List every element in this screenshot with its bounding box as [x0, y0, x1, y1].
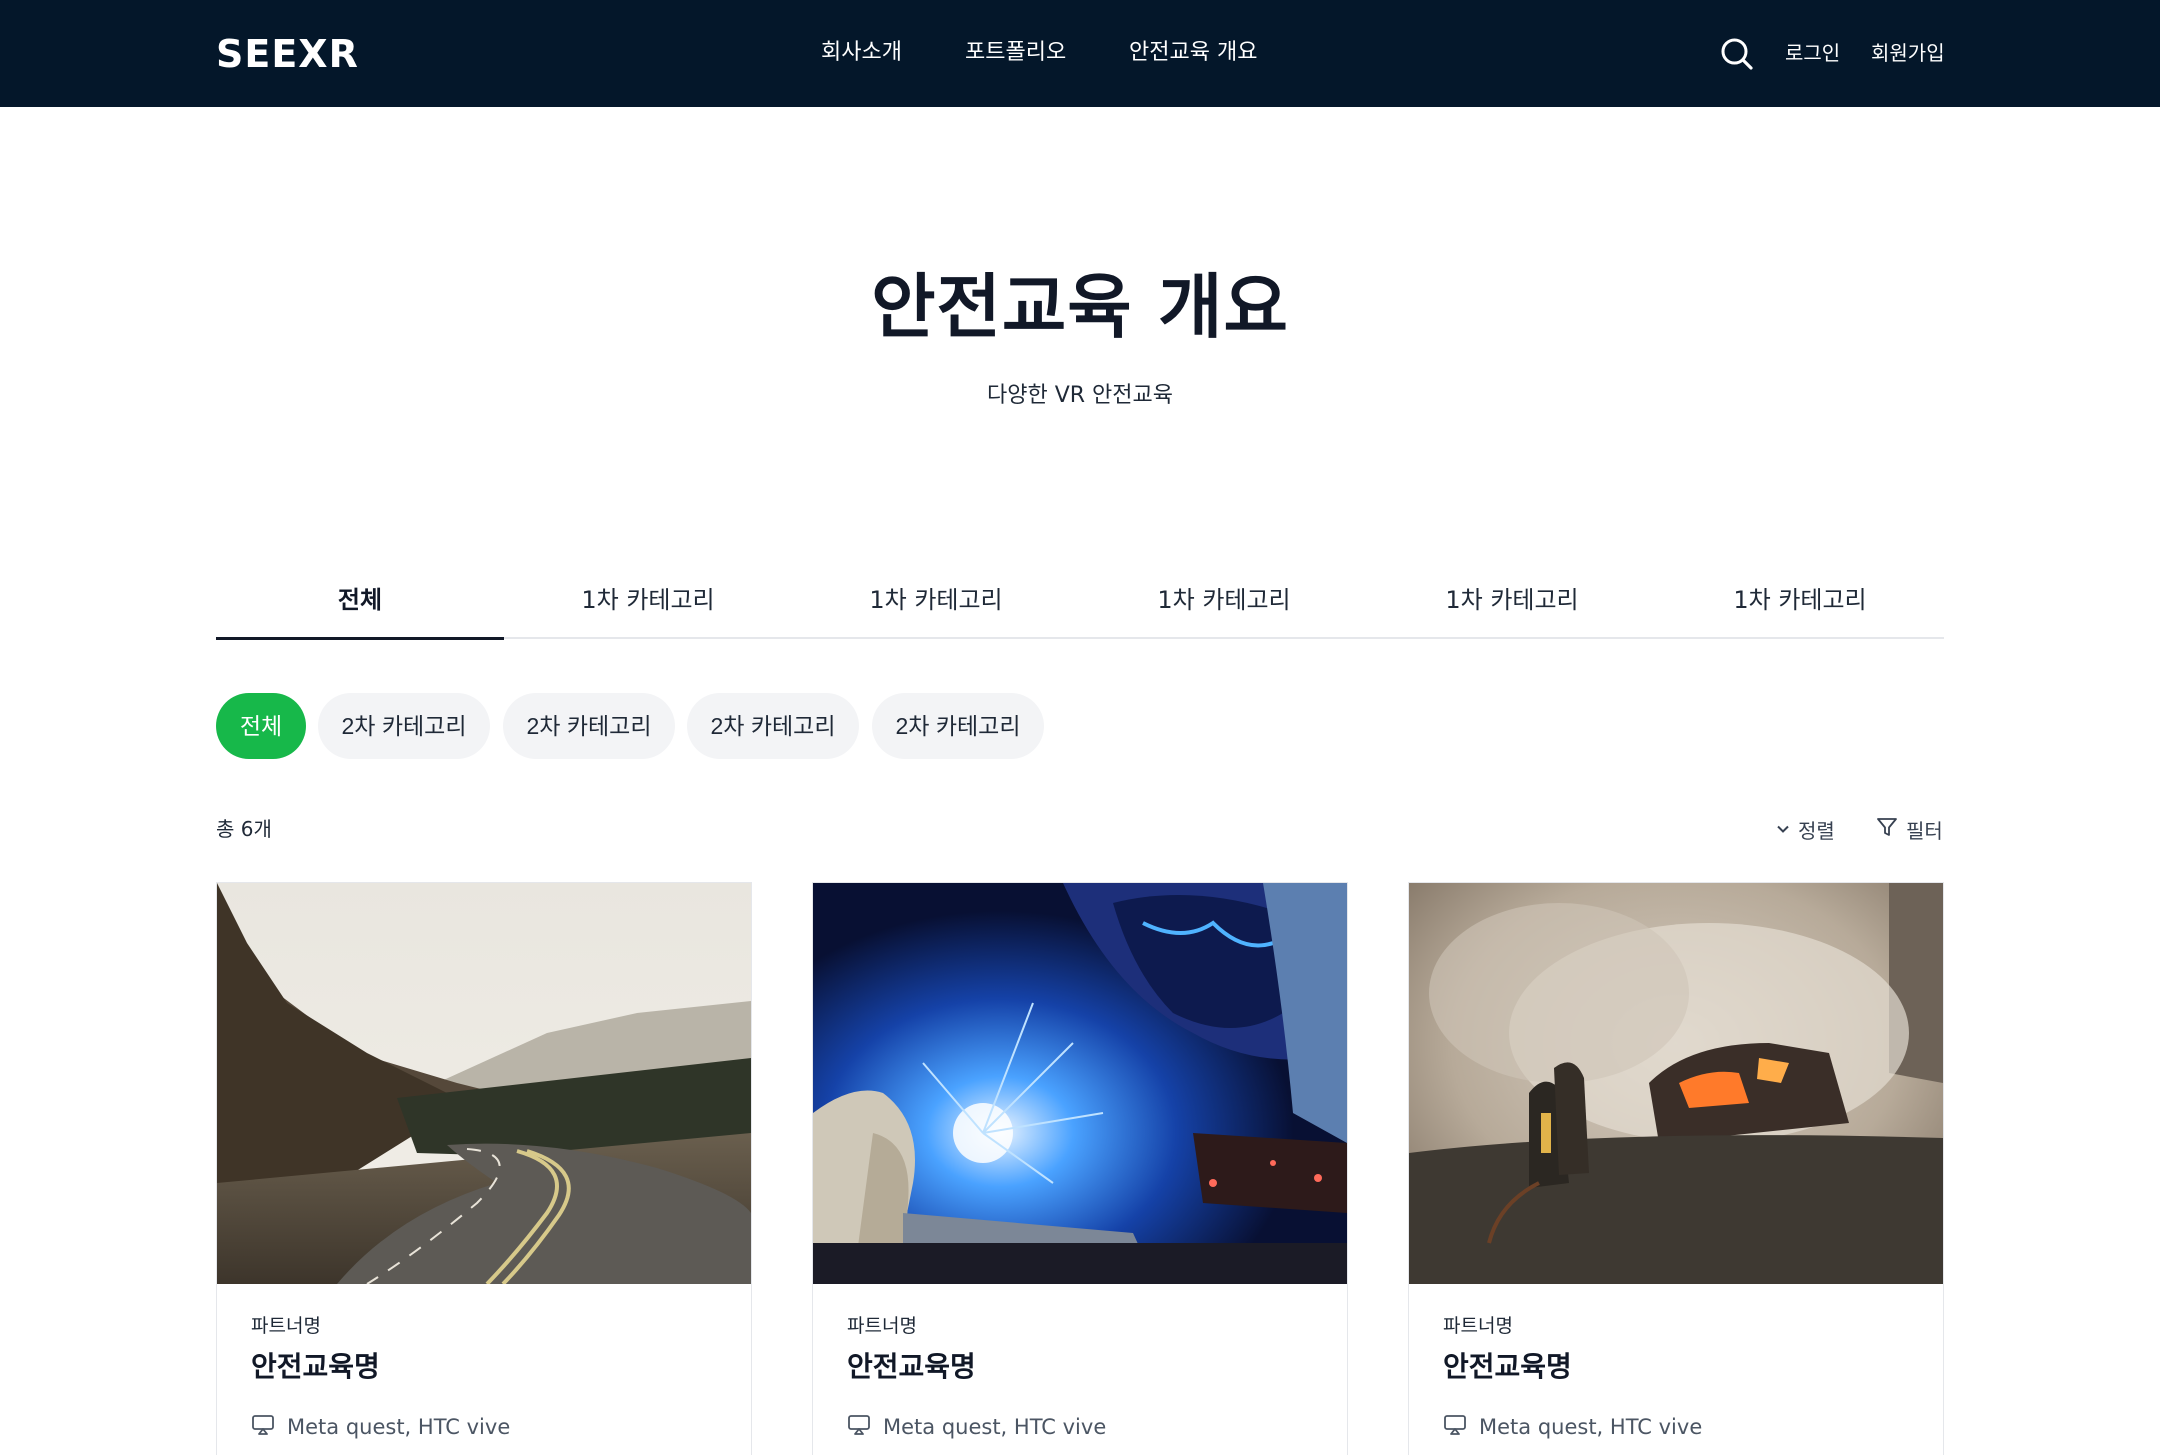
education-name: 안전교육명	[1443, 1350, 1572, 1383]
education-card[interactable]: 파트너명 안전교육명 Meta quest, HTC vive	[216, 882, 752, 1455]
firefighters-car-fire-photo	[1409, 883, 1943, 1284]
welding-sparks-photo	[813, 883, 1347, 1284]
winding-road-photo	[217, 883, 751, 1284]
seexr-logo[interactable]: SEEXR	[216, 32, 359, 76]
search-icon[interactable]	[1720, 37, 1754, 71]
nav-portfolio[interactable]: 포트폴리오	[965, 36, 1066, 70]
education-name: 안전교육명	[251, 1350, 380, 1383]
filter-icon	[1876, 816, 1898, 843]
device-list: Meta quest, HTC vive	[883, 1415, 1107, 1439]
tab-primary-category[interactable]: 1차 카테고리	[1368, 580, 1656, 639]
chip-secondary-category[interactable]: 2차 카테고리	[872, 693, 1044, 759]
nav-safety-overview[interactable]: 안전교육 개요	[1129, 36, 1257, 70]
sort-label: 정렬	[1798, 818, 1835, 843]
education-name: 안전교육명	[847, 1350, 976, 1383]
nav-company[interactable]: 회사소개	[821, 36, 902, 70]
partner-name: 파트너명	[847, 1315, 917, 1337]
tab-primary-category[interactable]: 1차 카테고리	[1656, 580, 1944, 639]
top-navigation-bar: SEEXR 회사소개 포트폴리오 안전교육 개요 로그인 회원가입	[0, 0, 2160, 107]
supported-devices: Meta quest, HTC vive	[847, 1411, 1106, 1443]
total-count: 총 6개	[216, 817, 272, 841]
tab-primary-category[interactable]: 1차 카테고리	[792, 580, 1080, 639]
chip-all[interactable]: 전체	[216, 693, 306, 759]
education-card[interactable]: 파트너명 안전교육명 Meta quest, HTC vive	[1408, 882, 1944, 1455]
chevron-down-icon	[1776, 817, 1790, 841]
tab-primary-category[interactable]: 1차 카테고리	[1080, 580, 1368, 639]
vr-device-icon	[251, 1414, 275, 1441]
filter-button[interactable]: 필터	[1876, 814, 1943, 844]
chip-secondary-category[interactable]: 2차 카테고리	[687, 693, 859, 759]
supported-devices: Meta quest, HTC vive	[251, 1411, 510, 1443]
tab-primary-category[interactable]: 1차 카테고리	[504, 580, 792, 639]
sort-button[interactable]: 정렬	[1776, 814, 1835, 844]
signup-link[interactable]: 회원가입	[1871, 38, 1945, 68]
chip-secondary-category[interactable]: 2차 카테고리	[503, 693, 675, 759]
tab-all[interactable]: 전체	[216, 580, 504, 640]
vr-device-icon	[1443, 1414, 1467, 1441]
page-subtitle: 다양한 VR 안전교육	[986, 383, 1173, 408]
partner-name: 파트너명	[1443, 1315, 1513, 1337]
filter-label: 필터	[1906, 818, 1943, 843]
supported-devices: Meta quest, HTC vive	[1443, 1411, 1702, 1443]
page-title: 안전교육 개요	[871, 266, 1289, 348]
chip-secondary-category[interactable]: 2차 카테고리	[318, 693, 490, 759]
primary-category-tabs: 전체 1차 카테고리 1차 카테고리 1차 카테고리 1차 카테고리 1차 카테…	[216, 580, 1944, 640]
device-list: Meta quest, HTC vive	[1479, 1415, 1703, 1439]
partner-name: 파트너명	[251, 1315, 321, 1337]
vr-device-icon	[847, 1414, 871, 1441]
device-list: Meta quest, HTC vive	[287, 1415, 511, 1439]
education-card[interactable]: 파트너명 안전교육명 Meta quest, HTC vive	[812, 882, 1348, 1455]
login-link[interactable]: 로그인	[1785, 38, 1840, 68]
